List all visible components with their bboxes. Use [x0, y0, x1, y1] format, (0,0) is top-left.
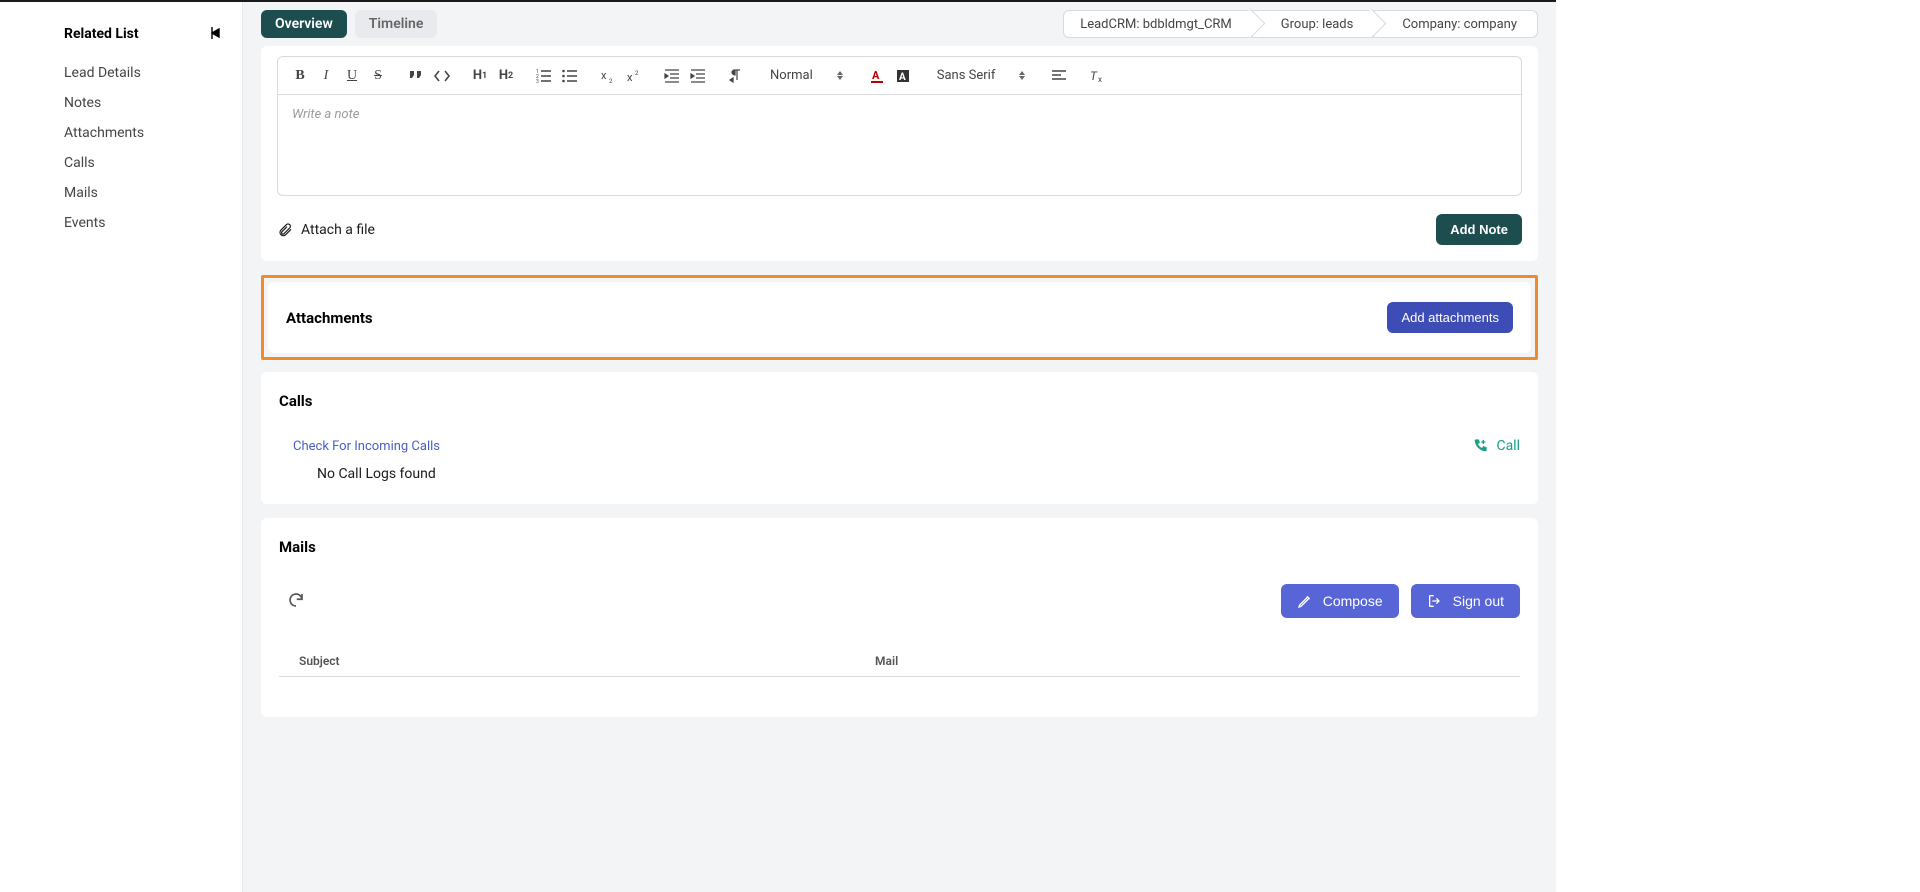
heading-picker[interactable]: Normal [762, 64, 851, 88]
svg-text:2: 2 [635, 70, 639, 77]
mail-table: Subject Mail [279, 654, 1520, 677]
ordered-list-icon[interactable]: 123 [532, 64, 556, 88]
indent-increase-icon[interactable] [686, 64, 710, 88]
sidebar-title: Related List [64, 26, 139, 42]
attachments-highlight: Attachments Add attachments [261, 275, 1538, 360]
sign-out-icon [1427, 593, 1443, 609]
attachment-icon [277, 222, 293, 238]
superscript-icon[interactable]: x2 [622, 64, 646, 88]
sidebar-item-mails[interactable]: Mails [0, 178, 242, 208]
add-note-button[interactable]: Add Note [1436, 214, 1522, 245]
tab-timeline[interactable]: Timeline [355, 10, 438, 38]
breadcrumb-group[interactable]: Group: leads [1252, 10, 1374, 38]
sign-out-button[interactable]: Sign out [1411, 584, 1520, 618]
view-tabs: Overview Timeline [261, 10, 437, 38]
heading-picker-label: Normal [770, 68, 813, 83]
topbar: Overview Timeline LeadCRM: bdbldmgt_CRM … [243, 2, 1556, 46]
heading1-icon[interactable]: H1 [468, 64, 492, 88]
highlight-color-icon[interactable]: A [891, 64, 915, 88]
bullet-list-icon[interactable] [558, 64, 582, 88]
blockquote-icon[interactable] [404, 64, 428, 88]
svg-text:3: 3 [536, 79, 539, 83]
tab-overview[interactable]: Overview [261, 10, 347, 38]
chevron-updown-icon [837, 71, 843, 80]
svg-text:2: 2 [609, 78, 613, 83]
note-textarea[interactable]: Write a note [278, 95, 1521, 195]
sign-out-label: Sign out [1453, 593, 1504, 609]
sidebar: Related List Lead Details Notes Attachme… [0, 2, 243, 892]
attach-file-label: Attach a file [301, 222, 375, 238]
svg-text:x: x [1098, 75, 1102, 83]
chevron-updown-icon [1019, 71, 1025, 80]
bold-icon[interactable]: B [288, 64, 312, 88]
sidebar-item-notes[interactable]: Notes [0, 88, 242, 118]
note-placeholder: Write a note [292, 107, 359, 122]
attachments-title: Attachments [286, 309, 373, 327]
strike-icon[interactable]: S [366, 64, 390, 88]
phone-plus-icon [1472, 438, 1488, 454]
align-icon[interactable] [1047, 64, 1071, 88]
no-call-logs-text: No Call Logs found [317, 466, 1520, 482]
call-button[interactable]: Call [1472, 438, 1520, 454]
font-family-picker[interactable]: Sans Serif [929, 64, 1034, 88]
compose-label: Compose [1323, 593, 1383, 609]
codeblock-icon[interactable] [430, 64, 454, 88]
sidebar-item-attachments[interactable]: Attachments [0, 118, 242, 148]
mail-column-mail: Mail [875, 654, 1520, 668]
font-family-label: Sans Serif [937, 68, 996, 83]
heading2-icon[interactable]: H2 [494, 64, 518, 88]
subscript-icon[interactable]: x2 [596, 64, 620, 88]
underline-icon[interactable]: U [340, 64, 364, 88]
sidebar-item-events[interactable]: Events [0, 208, 242, 238]
sidebar-item-lead-details[interactable]: Lead Details [0, 58, 242, 88]
refresh-icon[interactable] [287, 591, 307, 611]
main-content: B I U S H1 H2 123 [243, 46, 1556, 892]
mail-column-subject: Subject [279, 654, 875, 668]
compose-button[interactable]: Compose [1281, 584, 1399, 618]
breadcrumb-company[interactable]: Company: company [1373, 10, 1538, 38]
calls-title: Calls [279, 392, 313, 410]
svg-text:x: x [627, 71, 633, 83]
calls-card: Calls Check For Incoming Calls Call No C… [261, 372, 1538, 504]
check-incoming-calls-link[interactable]: Check For Incoming Calls [293, 439, 440, 454]
italic-icon[interactable]: I [314, 64, 338, 88]
notes-card: B I U S H1 H2 123 [261, 46, 1538, 261]
call-button-label: Call [1496, 438, 1520, 454]
text-color-icon[interactable]: A [865, 64, 889, 88]
breadcrumb-crm[interactable]: LeadCRM: bdbldmgt_CRM [1063, 10, 1252, 38]
pencil-icon [1297, 593, 1313, 609]
editor-toolbar: B I U S H1 H2 123 [278, 57, 1521, 95]
clear-format-icon[interactable]: Tx [1085, 64, 1109, 88]
text-direction-icon[interactable] [724, 64, 748, 88]
mails-card: Mails Compose Si [261, 518, 1538, 717]
svg-text:T: T [1090, 69, 1098, 83]
breadcrumb: LeadCRM: bdbldmgt_CRM Group: leads Compa… [1063, 10, 1538, 38]
indent-decrease-icon[interactable] [660, 64, 684, 88]
attach-file-button[interactable]: Attach a file [277, 222, 375, 238]
svg-text:A: A [872, 69, 880, 82]
svg-text:x: x [601, 69, 607, 82]
collapse-sidebar-icon[interactable] [210, 26, 226, 42]
mails-title: Mails [279, 538, 316, 556]
sidebar-item-calls[interactable]: Calls [0, 148, 242, 178]
attachments-card: Attachments Add attachments [268, 282, 1531, 353]
add-attachments-button[interactable]: Add attachments [1387, 302, 1513, 333]
svg-text:A: A [899, 72, 906, 83]
